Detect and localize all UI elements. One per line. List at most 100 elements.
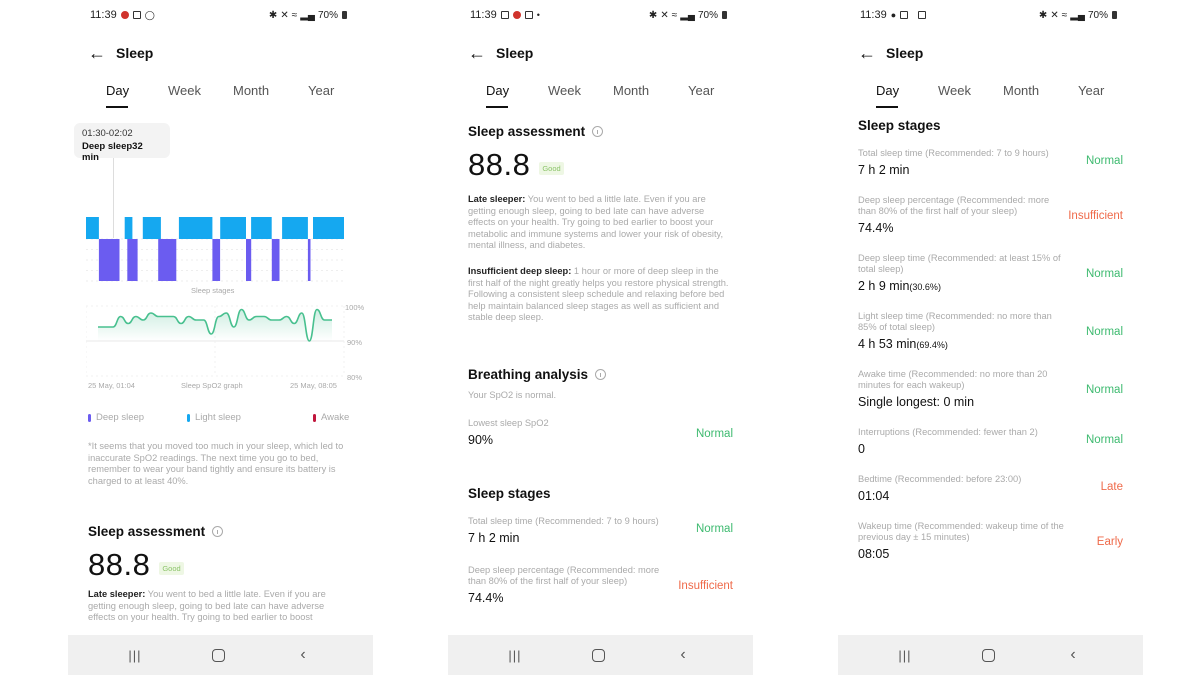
deep-sleep-bar[interactable] <box>127 239 138 281</box>
legend-label: Deep sleep <box>96 412 145 423</box>
tab-year[interactable]: Year <box>308 83 334 98</box>
status-time: 11:39 <box>860 9 887 21</box>
light-sleep-bar[interactable] <box>313 217 344 239</box>
row-status: Insufficient <box>678 580 733 592</box>
light-sleep-bar[interactable] <box>124 217 133 239</box>
phone-screen-chart: 11:39 ◯ ✱ ✕ ≈ ▂▄ 70% ← Sleep Day Week Mo… <box>68 0 373 675</box>
deep-sleep-bar[interactable] <box>158 239 177 281</box>
back-arrow-icon[interactable]: ← <box>468 44 496 62</box>
score-badge: Good <box>539 162 564 175</box>
battery-percent: 70% <box>1087 9 1108 21</box>
home-icon[interactable] <box>211 646 226 664</box>
spo2-start-label: 25 May, 01:04 <box>88 381 135 390</box>
row-value: 74.4% <box>858 221 1123 235</box>
row-label: Wakeup time (Recommended: wakeup time of… <box>858 521 1064 542</box>
red-app-icon <box>512 11 521 19</box>
cast-icon <box>918 11 927 19</box>
page-title: Sleep <box>886 45 924 61</box>
signal-icon: ▂▄ <box>680 9 695 21</box>
breathing-analysis-section: Breathing analysis Your SpO2 is normal. … <box>468 367 733 447</box>
sleep-assessment-section: Sleep assessment 88.8 Good Late sleeper:… <box>88 524 353 624</box>
row-status: Early <box>1096 536 1123 548</box>
recent-apps-icon[interactable]: ||| <box>506 646 524 664</box>
section-title: Breathing analysis <box>468 367 589 382</box>
tab-year[interactable]: Year <box>1078 83 1104 98</box>
back-arrow-icon[interactable]: ← <box>858 44 886 62</box>
page-title: Sleep <box>496 45 534 61</box>
nav-back-icon[interactable]: ‹ <box>1067 646 1079 664</box>
sleep-stages-chart[interactable] <box>86 210 344 285</box>
legend-light-sleep: Light sleep <box>187 412 241 423</box>
light-sleep-bar[interactable] <box>86 217 99 239</box>
tab-day[interactable]: Day <box>486 83 509 98</box>
deep-sleep-bar[interactable] <box>307 239 311 281</box>
row-value: Single longest: 0 min <box>858 395 1123 409</box>
value-main: 74.4% <box>468 591 504 605</box>
info-icon[interactable] <box>595 369 607 380</box>
status-bar: 11:39 • ✱ ✕ ≈ ▂▄ 70% <box>470 8 727 22</box>
period-tabs: Day Week Month Year <box>68 80 373 110</box>
deep-sleep-bar[interactable] <box>212 239 221 281</box>
deep-sleep-bar[interactable] <box>246 239 252 281</box>
recent-apps-icon[interactable]: ||| <box>126 646 144 664</box>
status-time: 11:39 <box>470 9 497 21</box>
tab-month[interactable]: Month <box>613 83 649 98</box>
system-nav-bar: ||| ‹ <box>838 635 1143 675</box>
calendar-icon <box>500 11 509 19</box>
tab-day[interactable]: Day <box>876 83 899 98</box>
y-tick-90: 90% <box>347 338 363 347</box>
light-sleep-swatch <box>187 413 190 422</box>
spo2-end-label: 25 May, 08:05 <box>290 381 337 390</box>
tab-week[interactable]: Week <box>548 83 581 98</box>
period-tabs: Day Week Month Year <box>838 80 1143 110</box>
signal-icon: ▂▄ <box>1070 9 1085 21</box>
value-main: Single longest: 0 min <box>858 395 975 409</box>
lowest-spo2-row: Lowest sleep SpO2 90% Normal <box>468 418 733 447</box>
tab-year[interactable]: Year <box>688 83 714 98</box>
nav-back-icon[interactable]: ‹ <box>297 646 309 664</box>
score-badge: Good <box>159 562 184 575</box>
deep-sleep-bar[interactable] <box>271 239 280 281</box>
battery-percent: 70% <box>697 9 718 21</box>
recent-apps-icon[interactable]: ||| <box>896 646 914 664</box>
chart-tooltip: 01:30-02:02 Deep sleep32 min <box>74 123 170 163</box>
info-icon[interactable] <box>212 526 224 537</box>
tab-month[interactable]: Month <box>1003 83 1039 98</box>
row-value: 2 h 9 min(30.6%) <box>858 279 1123 293</box>
light-sleep-bar[interactable] <box>142 217 161 239</box>
light-sleep-bar[interactable] <box>220 217 246 239</box>
spo2-chart[interactable] <box>86 302 348 380</box>
row-value: 01:04 <box>858 489 1123 503</box>
row-value: 4 h 53 min(69.4%) <box>858 337 1123 351</box>
light-sleep-bar[interactable] <box>178 217 213 239</box>
phone-screen-assessment: 11:39 • ✱ ✕ ≈ ▂▄ 70% ← Sleep Day Week Mo… <box>448 0 753 675</box>
light-sleep-bar[interactable] <box>251 217 272 239</box>
tab-week[interactable]: Week <box>168 83 201 98</box>
wifi-icon: ≈ <box>671 9 678 21</box>
home-icon[interactable] <box>591 646 606 664</box>
sleep-score: 88.8 <box>88 547 151 582</box>
tab-month[interactable]: Month <box>233 83 269 98</box>
nav-back-icon[interactable]: ‹ <box>677 646 689 664</box>
value-main: 74.4% <box>858 221 894 235</box>
row-value: 0 <box>858 442 1123 456</box>
back-arrow-icon[interactable]: ← <box>88 44 116 62</box>
active-tab-indicator <box>486 106 508 108</box>
row-status: Normal <box>695 427 733 440</box>
row-value: 7 h 2 min <box>858 163 1123 177</box>
row-label: Lowest sleep SpO2 <box>468 417 549 428</box>
row-label: Deep sleep time (Recommended: at least 1… <box>858 253 1061 274</box>
mute-icon: ✕ <box>660 9 669 21</box>
late-sleeper-note: Late sleeper: You went to bed a little l… <box>468 194 733 252</box>
info-icon[interactable] <box>592 126 604 137</box>
home-icon[interactable] <box>981 646 996 664</box>
mute-icon: ✕ <box>1050 9 1059 21</box>
signal-icon: ▂▄ <box>300 9 315 21</box>
tab-day[interactable]: Day <box>106 83 129 98</box>
breathing-summary: Your SpO2 is normal. <box>468 390 557 400</box>
legend-label: Awake <box>321 412 350 423</box>
tab-week[interactable]: Week <box>938 83 971 98</box>
row-value: 08:05 <box>858 547 1123 561</box>
light-sleep-bar[interactable] <box>282 217 308 239</box>
deep-sleep-bar[interactable] <box>98 239 120 281</box>
